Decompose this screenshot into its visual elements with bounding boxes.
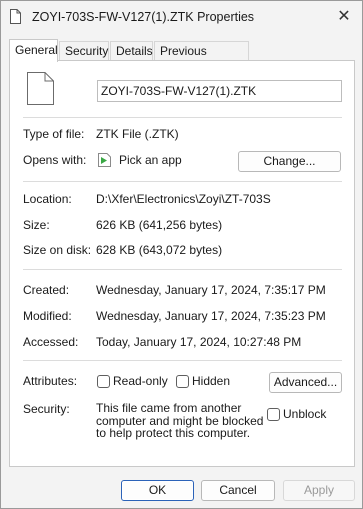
opens-with-label: Opens with: [23, 153, 87, 167]
unblock-checkbox[interactable]: Unblock [267, 407, 337, 423]
type-of-file-label: Type of file: [23, 127, 85, 141]
unblock-checkbox-label: Unblock [283, 407, 327, 421]
cancel-button[interactable]: Cancel [201, 480, 275, 501]
tab-general[interactable]: General [9, 39, 58, 62]
general-panel: ZOYI-703S-FW-V127(1).ZTK Type of file: Z… [9, 60, 355, 467]
properties-dialog: ZOYI-703S-FW-V127(1).ZTK Properties ✕ Ge… [0, 0, 363, 509]
readonly-checkbox-label: Read-only [113, 374, 168, 388]
advanced-button[interactable]: Advanced... [269, 372, 342, 393]
readonly-checkbox[interactable]: Read-only [97, 374, 168, 390]
readonly-checkbox-box[interactable] [97, 375, 110, 388]
location-label: Location: [23, 192, 72, 206]
location-value: D:\Xfer\Electronics\Zoyi\ZT-703S [96, 192, 271, 206]
tab-security[interactable]: Security [59, 41, 109, 61]
hidden-checkbox[interactable]: Hidden [176, 374, 236, 390]
file-icon [10, 9, 21, 24]
separator [23, 181, 342, 182]
tab-previous-versions[interactable]: Previous Versions [154, 41, 249, 77]
hidden-checkbox-box[interactable] [176, 375, 189, 388]
security-warning-text: This file came from another computer and… [96, 401, 264, 440]
close-icon[interactable]: ✕ [336, 9, 352, 25]
separator [23, 117, 342, 118]
size-label: Size: [23, 218, 50, 232]
ok-button[interactable]: OK [121, 480, 194, 501]
accessed-label: Accessed: [23, 335, 79, 349]
security-label: Security: [23, 402, 70, 416]
accessed-value: Today, January 17, 2024, 10:27:48 PM [96, 335, 302, 349]
created-label: Created: [23, 283, 70, 297]
attributes-label: Attributes: [23, 374, 78, 388]
title-bar: ZOYI-703S-FW-V127(1).ZTK Properties ✕ [1, 1, 362, 33]
tab-strip: General Security Details Previous Versio… [9, 39, 354, 77]
separator [23, 360, 342, 361]
created-value: Wednesday, January 17, 2024, 7:35:17 PM [96, 283, 326, 297]
modified-label: Modified: [23, 309, 72, 323]
document-icon [27, 72, 54, 105]
size-on-disk-label: Size on disk: [23, 243, 92, 257]
size-value: 626 KB (641,256 bytes) [96, 218, 223, 232]
unblock-checkbox-box[interactable] [267, 408, 280, 421]
tab-details[interactable]: Details [110, 41, 153, 61]
modified-value: Wednesday, January 17, 2024, 7:35:23 PM [96, 309, 326, 323]
type-of-file-value: ZTK File (.ZTK) [96, 127, 179, 141]
opens-with-value: Pick an app [119, 153, 182, 167]
hidden-checkbox-label: Hidden [192, 374, 231, 388]
change-button[interactable]: Change... [238, 151, 341, 172]
separator [23, 269, 342, 270]
apply-button[interactable]: Apply [283, 480, 355, 501]
window-title: ZOYI-703S-FW-V127(1).ZTK Properties [32, 10, 255, 24]
file-name-input[interactable]: ZOYI-703S-FW-V127(1).ZTK [97, 80, 342, 102]
size-on-disk-value: 628 KB (643,072 bytes) [96, 243, 223, 257]
pick-app-icon [98, 153, 111, 167]
